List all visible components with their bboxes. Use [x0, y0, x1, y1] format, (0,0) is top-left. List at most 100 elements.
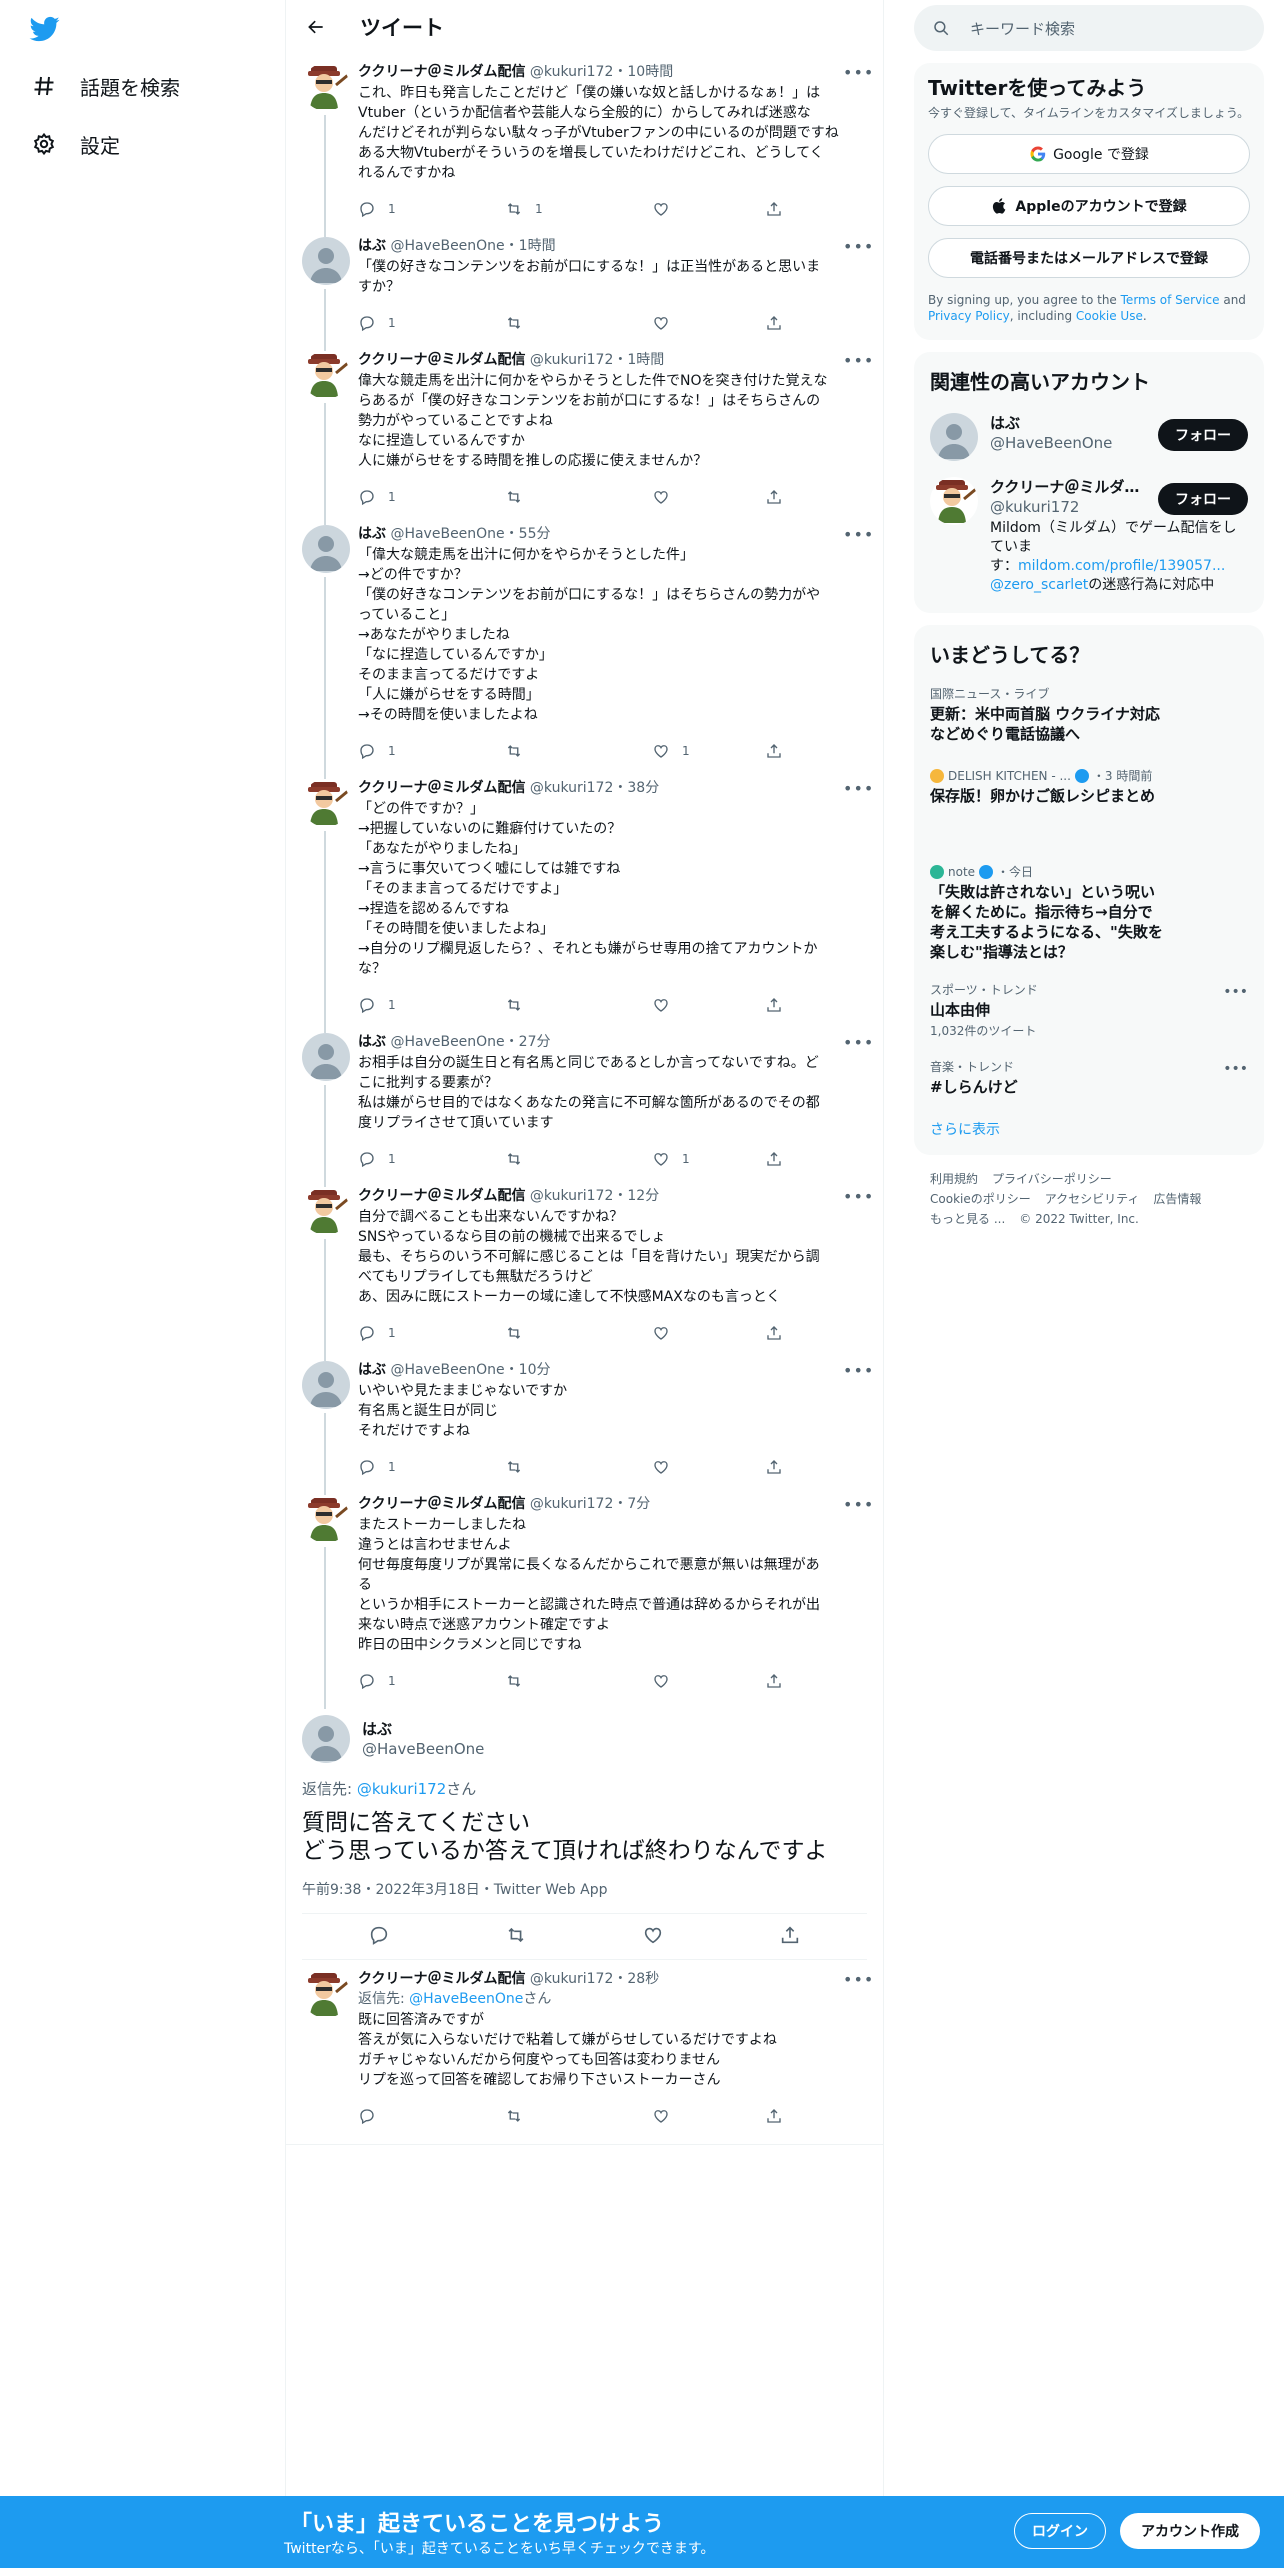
author-handle[interactable]: @kukuri172	[530, 64, 613, 80]
apple-signup-button[interactable]: Appleのアカウントで登録	[928, 186, 1250, 226]
thread-tweet[interactable]: ククリーナ＠ミルダム配信 @kukuri172・10時間 これ、昨日も発言したこと…	[286, 53, 883, 237]
footer-link[interactable]: 利用規約	[930, 1172, 978, 1186]
trend-item[interactable]: note ・今日 「失敗は許されない」という呪い を解くために。指示待ち→自分で …	[914, 856, 1264, 970]
share-button[interactable]	[765, 2107, 795, 2125]
author-handle[interactable]: @HaveBeenOne	[362, 1739, 484, 1759]
retweet-button[interactable]	[505, 996, 652, 1014]
thread-tweet[interactable]: ククリーナ＠ミルダム配信 @kukuri172・7分 またストーカーしましたね 違…	[286, 1485, 883, 1709]
trend-item[interactable]: DELISH KITCHEN - ... ・3 時間前 保存版！卵かけご飯レシピま…	[914, 760, 1264, 814]
reply-tweet[interactable]: ククリーナ＠ミルダム配信 @kukuri172・28秒 返信先: @HaveBe…	[286, 1960, 883, 2134]
thread-tweet[interactable]: はぶ @HaveBeenOne・27分 お相手は自分の誕生日と有名馬と同じであると…	[286, 1023, 883, 1187]
author-handle[interactable]: @kukuri172	[530, 352, 613, 368]
reply-button[interactable]: 1	[358, 200, 505, 218]
avatar[interactable]	[302, 1187, 350, 1235]
avatar[interactable]	[302, 779, 350, 827]
author-handle[interactable]: @kukuri172	[530, 1188, 613, 1204]
terms-link[interactable]: Terms of Service	[1121, 293, 1220, 307]
thread-tweet[interactable]: はぶ @HaveBeenOne・55分 「偉大な競走馬を出汁に何かをやらかそうとし…	[286, 515, 883, 779]
reply-button[interactable]: 1	[358, 1324, 505, 1342]
show-more-link[interactable]: さらに表示	[914, 1105, 1264, 1155]
more-options-icon[interactable]: •••	[843, 1033, 873, 1052]
more-options-icon[interactable]: •••	[843, 1187, 873, 1206]
reply-button[interactable]: 1	[358, 314, 505, 332]
author-name[interactable]: ククリーナ＠ミルダム配信	[358, 1188, 525, 1204]
bio-link[interactable]: mildom.com/profile/139057...	[1018, 558, 1225, 574]
footer-link[interactable]: アクセシビリティ	[1045, 1192, 1140, 1206]
more-options-icon[interactable]: •••	[843, 63, 873, 82]
search-input[interactable]: キーワード検索	[914, 5, 1264, 51]
tweet-time[interactable]: 10時間	[627, 64, 673, 80]
tweet-time[interactable]: 1時間	[627, 352, 664, 368]
tweet-time[interactable]: 10分	[519, 1362, 551, 1378]
author-name[interactable]: ククリーナ＠ミルダム配信	[358, 352, 525, 368]
more-options-icon[interactable]: •••	[843, 1361, 873, 1380]
footer-link[interactable]: 広告情報	[1153, 1192, 1201, 1206]
author-name[interactable]: ククリーナ＠ミルダム配信	[358, 64, 525, 80]
author-handle[interactable]: @HaveBeenOne	[390, 1034, 504, 1050]
author-name[interactable]: ククリーナ＠ミルダム配信	[358, 1971, 525, 1987]
thread-tweet[interactable]: はぶ @HaveBeenOne・1時間 「僕の好きなコンテンツをお前が口にするな！…	[286, 227, 883, 351]
share-button[interactable]	[765, 742, 795, 760]
thread-tweet[interactable]: ククリーナ＠ミルダム配信 @kukuri172・1時間 偉大な競走馬を出汁に何かを…	[286, 341, 883, 525]
twitter-logo-icon[interactable]	[28, 14, 64, 44]
author-name[interactable]: はぶ	[358, 238, 386, 254]
tweet-time[interactable]: 1時間	[519, 238, 556, 254]
signup-button[interactable]: アカウント作成	[1120, 2513, 1260, 2549]
footer-link[interactable]: もっと見る ...	[930, 1212, 1005, 1226]
google-signup-button[interactable]: Google で登録	[928, 134, 1250, 174]
related-account-name[interactable]: ククリーナ＠ミルダム配信	[990, 477, 1140, 497]
author-handle[interactable]: @HaveBeenOne	[390, 1362, 504, 1378]
reply-to-user-link[interactable]: @HaveBeenOne	[409, 1991, 523, 2007]
more-options-icon[interactable]: •••	[843, 1970, 873, 1989]
avatar[interactable]	[302, 351, 350, 399]
trend-item[interactable]: スポーツ・トレンド 山本由伸 1,032件のツイート •••	[914, 974, 1264, 1047]
share-button[interactable]	[765, 200, 795, 218]
more-options-icon[interactable]: •••	[843, 351, 873, 370]
back-arrow-icon[interactable]	[302, 13, 330, 41]
avatar[interactable]	[302, 1033, 350, 1081]
retweet-button[interactable]	[505, 1458, 652, 1476]
share-button[interactable]	[765, 1324, 795, 1342]
author-handle[interactable]: @kukuri172	[530, 1971, 613, 1987]
more-options-icon[interactable]: •••	[1223, 984, 1248, 1000]
retweet-button[interactable]	[505, 742, 652, 760]
reply-button[interactable]: 1	[358, 1150, 505, 1168]
avatar[interactable]	[302, 1495, 350, 1543]
avatar[interactable]	[302, 1361, 350, 1409]
share-button[interactable]	[765, 1150, 795, 1168]
footer-link[interactable]: プライバシーポリシー	[992, 1172, 1112, 1186]
author-name[interactable]: はぶ	[362, 1719, 484, 1739]
avatar[interactable]	[302, 63, 350, 111]
more-options-icon[interactable]: •••	[843, 779, 873, 798]
trend-item[interactable]: 音楽・トレンド #しらんけど •••	[914, 1051, 1264, 1105]
more-options-icon[interactable]: •••	[843, 237, 873, 256]
phone-email-signup-button[interactable]: 電話番号またはメールアドレスで登録	[928, 238, 1250, 278]
reply-button[interactable]: 1	[358, 488, 505, 506]
related-account[interactable]: はぶ @HaveBeenOne フォロー	[914, 405, 1264, 469]
author-handle[interactable]: @kukuri172	[530, 1496, 613, 1512]
retweet-button[interactable]	[505, 314, 652, 332]
footer-link[interactable]: Cookieのポリシー	[930, 1192, 1031, 1206]
cookie-link[interactable]: Cookie Use	[1076, 309, 1143, 323]
retweet-button[interactable]	[505, 1150, 652, 1168]
login-button[interactable]: ログイン	[1014, 2513, 1106, 2549]
tweet-time[interactable]: 55分	[519, 526, 551, 542]
share-button[interactable]	[765, 1458, 795, 1476]
retweet-button[interactable]	[505, 1324, 652, 1342]
privacy-link[interactable]: Privacy Policy	[928, 309, 1010, 323]
author-name[interactable]: ククリーナ＠ミルダム配信	[358, 780, 525, 796]
share-button[interactable]	[765, 488, 795, 506]
share-button[interactable]	[765, 314, 795, 332]
trend-item[interactable]: 国際ニュース・ライブ 更新：米中両首脳 ウクライナ対応 などめぐり電話協議へ	[914, 678, 1264, 752]
related-account[interactable]: ククリーナ＠ミルダム配信 @kukuri172 Mildom（ミルダム）でゲーム…	[914, 469, 1264, 603]
thread-tweet[interactable]: ククリーナ＠ミルダム配信 @kukuri172・38分 「どの件ですか？」 →把握…	[286, 769, 883, 1033]
reply-button[interactable]: 1	[358, 1458, 505, 1476]
related-account-name[interactable]: はぶ	[990, 413, 1140, 433]
thread-tweet[interactable]: ククリーナ＠ミルダム配信 @kukuri172・12分 自分で調べることも出来ない…	[286, 1177, 883, 1361]
retweet-button[interactable]: 1	[505, 200, 652, 218]
author-handle[interactable]: @HaveBeenOne	[390, 238, 504, 254]
tweet-timestamp[interactable]: 午前9:38・2022年3月18日・Twitter Web App	[302, 1879, 867, 1914]
avatar[interactable]	[302, 525, 350, 573]
author-name[interactable]: はぶ	[358, 526, 386, 542]
author-name[interactable]: はぶ	[358, 1362, 386, 1378]
